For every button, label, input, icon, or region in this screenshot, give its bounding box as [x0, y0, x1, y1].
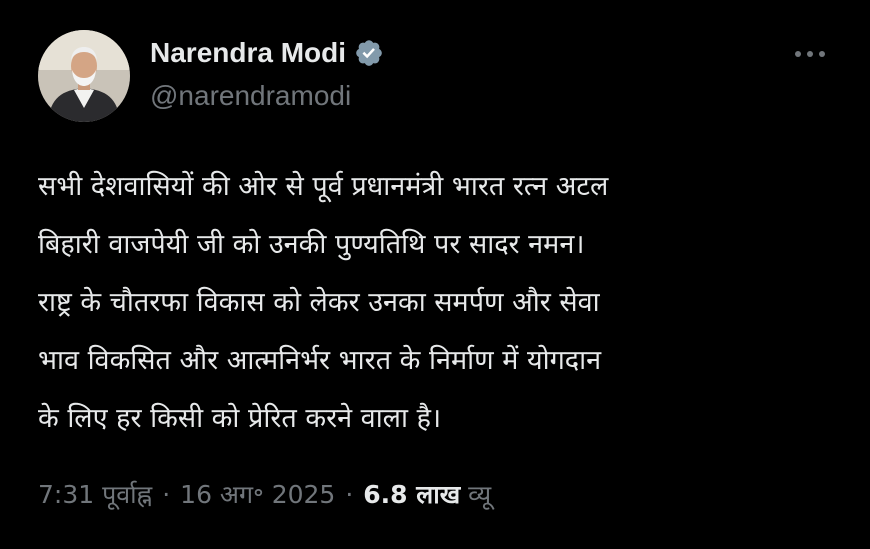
tweet-text-line: के लिए हर किसी को प्रेरित करने वाला है।: [38, 403, 442, 434]
tweet-date[interactable]: 16 अग॰ 2025: [180, 477, 335, 511]
tweet-text-line: सभी देशवासियों की ओर से पूर्व प्रधानमंत्…: [38, 171, 609, 202]
tweet-time[interactable]: 7:31 पूर्वाह्न: [38, 477, 152, 511]
meta-separator: ·: [345, 479, 354, 509]
views-count[interactable]: 6.8 लाख: [363, 477, 460, 511]
author-name[interactable]: Narendra Modi: [150, 37, 346, 69]
tweet-text-line: राष्ट्र के चौतरफा विकास को लेकर उनका समर…: [38, 287, 600, 318]
tweet-meta: 7:31 पूर्वाह्न · 16 अग॰ 2025 · 6.8 लाख व…: [38, 472, 491, 516]
author-name-row: Narendra Modi: [150, 34, 384, 72]
tweet-text-line: भाव विकसित और आत्मनिर्भर भारत के निर्माण…: [38, 345, 602, 376]
meta-separator: ·: [162, 479, 171, 509]
more-horizontal-icon: [795, 51, 825, 57]
avatar-image: [38, 30, 130, 122]
views-label: व्यू: [468, 480, 492, 509]
tweet-text-line: बिहारी वाजपेयी जी को उनकी पुण्यतिथि पर स…: [38, 229, 585, 260]
verified-badge-icon[interactable]: [354, 38, 384, 68]
tweet-text: सभी देशवासियों की ओर से पूर्व प्रधानमंत्…: [38, 158, 838, 448]
author-handle[interactable]: @narendramodi: [150, 80, 351, 112]
tweet-card: Narendra Modi @narendramodi सभी देशवासिय…: [0, 0, 870, 549]
more-options-button[interactable]: [790, 42, 830, 66]
avatar[interactable]: [38, 30, 130, 122]
